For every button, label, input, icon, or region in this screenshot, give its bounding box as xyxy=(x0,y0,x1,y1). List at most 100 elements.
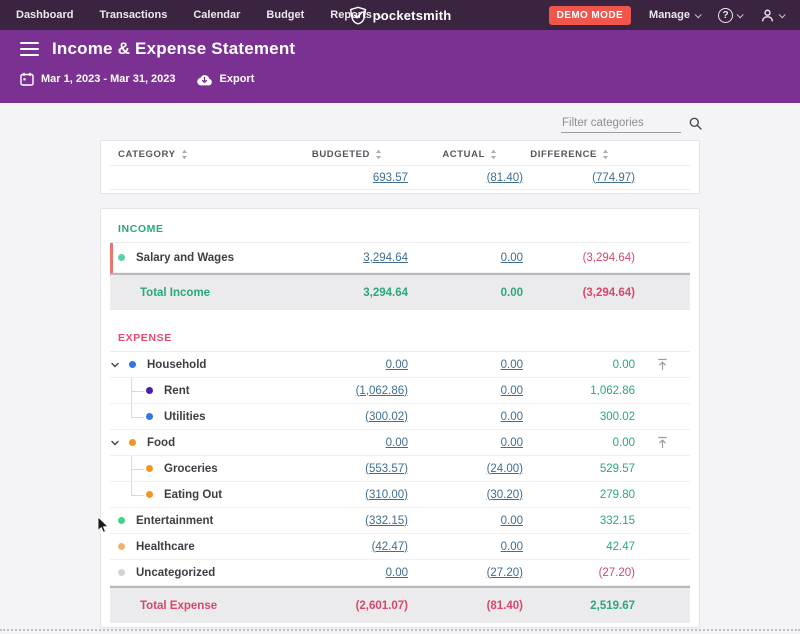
budgeted-amount-link[interactable]: (553.57) xyxy=(365,463,408,475)
actual-amount-link[interactable]: (24.00) xyxy=(487,463,523,475)
actual-amount-link[interactable]: 0.00 xyxy=(501,437,523,449)
cell-category: Uncategorized xyxy=(110,560,293,585)
grand-total-actual[interactable]: (81.40) xyxy=(487,172,523,184)
cell-difference: 332.15 xyxy=(523,515,635,527)
nav-manage[interactable]: Manage xyxy=(649,9,700,21)
category-color-dot xyxy=(146,387,153,394)
cell-actions xyxy=(635,436,690,449)
budgeted-amount-link[interactable]: 0.00 xyxy=(386,359,408,371)
category-row-household: Household0.000.000.00 xyxy=(110,352,690,378)
page-title: Income & Expense Statement xyxy=(52,39,295,59)
category-row-rent: Rent(1,062.86)0.001,062.86 xyxy=(110,378,690,404)
cell-difference: 1,062.86 xyxy=(523,385,635,397)
nav-budget[interactable]: Budget xyxy=(266,9,304,21)
total-expense-row: Total Expense (2,601.07) (81.40) 2,519.6… xyxy=(110,586,690,623)
budgeted-amount-link[interactable]: (1,062.86) xyxy=(356,385,408,397)
category-color-dot xyxy=(118,569,125,576)
budgeted-amount-link[interactable]: (300.02) xyxy=(365,411,408,423)
column-header-actual[interactable]: ACTUAL xyxy=(408,149,523,160)
pocketsmith-logo[interactable]: pocketsmith xyxy=(349,0,452,30)
actual-amount-link[interactable]: 0.00 xyxy=(501,359,523,371)
demo-mode-badge[interactable]: DEMO MODE xyxy=(549,6,631,25)
column-label: ACTUAL xyxy=(442,149,485,160)
actual-amount-link[interactable]: 0.00 xyxy=(501,411,523,423)
cell-difference: 42.47 xyxy=(523,541,635,553)
nav-calendar[interactable]: Calendar xyxy=(193,9,240,21)
difference-amount: 300.02 xyxy=(600,411,635,423)
budgeted-amount-link[interactable]: (310.00) xyxy=(365,489,408,501)
cell-difference: (3,294.64) xyxy=(523,252,635,264)
difference-amount: 279.80 xyxy=(600,489,635,501)
mouse-cursor xyxy=(97,516,109,539)
nav-dashboard[interactable]: Dashboard xyxy=(16,9,73,21)
category-row-salary-and-wages: Salary and Wages3,294.640.00(3,294.64) xyxy=(110,243,690,273)
budgeted-amount-link[interactable]: (42.47) xyxy=(372,541,408,553)
date-range-label: Mar 1, 2023 - Mar 31, 2023 xyxy=(41,73,176,85)
cell-budgeted: (332.15) xyxy=(293,515,408,527)
budgeted-amount-link[interactable]: 0.00 xyxy=(386,567,408,579)
category-color-dot xyxy=(146,491,153,498)
category-label: Eating Out xyxy=(164,489,222,501)
menu-icon[interactable] xyxy=(20,40,39,58)
budgeted-amount-link[interactable]: 3,294.64 xyxy=(363,252,408,264)
category-row-uncategorized: Uncategorized0.00(27.20)(27.20) xyxy=(110,560,690,586)
category-label: Entertainment xyxy=(136,515,213,527)
budgeted-amount-link[interactable]: (332.15) xyxy=(365,515,408,527)
difference-amount: 0.00 xyxy=(613,359,635,371)
actual-amount-link[interactable]: 0.00 xyxy=(501,515,523,527)
grand-total-budgeted[interactable]: 693.57 xyxy=(373,172,408,184)
cell-category: Healthcare xyxy=(110,534,293,559)
category-color-dot xyxy=(146,465,153,472)
difference-amount: 0.00 xyxy=(613,437,635,449)
chevron-down-icon[interactable] xyxy=(110,360,122,370)
category-row-eating-out: Eating Out (310.00) (30.20) 279.80 xyxy=(110,482,690,508)
shield-check-icon xyxy=(349,6,368,25)
actual-amount-link[interactable]: 0.00 xyxy=(501,385,523,397)
sort-icon xyxy=(490,149,497,160)
actual-amount-link[interactable]: 0.00 xyxy=(501,252,523,264)
cell-actual: 0.00 xyxy=(408,359,523,371)
total-income-difference: (3,294.64) xyxy=(583,287,635,299)
difference-amount: 332.15 xyxy=(600,515,635,527)
column-label: BUDGETED xyxy=(312,149,370,160)
nav-transactions[interactable]: Transactions xyxy=(99,9,167,21)
actual-amount-link[interactable]: (30.20) xyxy=(487,489,523,501)
user-menu[interactable] xyxy=(760,8,784,23)
grand-total-difference[interactable]: (774.97) xyxy=(592,172,635,184)
export-button[interactable]: Export xyxy=(196,73,255,86)
sort-icon xyxy=(602,149,609,160)
cell-actual: 0.00 xyxy=(408,515,523,527)
column-header-difference[interactable]: DIFFERENCE xyxy=(523,149,635,160)
cell-budgeted: 0.00 xyxy=(293,567,408,579)
category-color-dot xyxy=(118,254,125,261)
budgeted-amount-link[interactable]: 0.00 xyxy=(386,437,408,449)
chevron-down-icon xyxy=(779,11,786,18)
search-icon[interactable] xyxy=(689,117,702,130)
column-header-budgeted[interactable]: BUDGETED xyxy=(293,149,408,160)
cell-actual: (27.20) xyxy=(408,567,523,579)
cell-budgeted: 0.00 xyxy=(293,437,408,449)
actual-amount-link[interactable]: 0.00 xyxy=(501,541,523,553)
cell-category: Food xyxy=(110,430,293,455)
cell-budgeted: (553.57) xyxy=(293,463,408,475)
chevron-down-icon[interactable] xyxy=(110,438,122,448)
category-row-food: Food 0.00 0.00 0.00 xyxy=(110,430,690,456)
cell-budgeted: 0.00 xyxy=(293,359,408,371)
collapse-to-top-icon[interactable] xyxy=(656,358,669,371)
date-range-picker[interactable]: Mar 1, 2023 - Mar 31, 2023 xyxy=(20,72,176,86)
top-nav: Dashboard Transactions Calendar Budget R… xyxy=(0,0,800,30)
income-section-label: INCOME xyxy=(118,223,164,235)
collapse-to-top-icon[interactable] xyxy=(656,436,669,449)
column-header-category[interactable]: CATEGORY xyxy=(110,144,293,165)
expense-section-label: EXPENSE xyxy=(118,332,172,344)
column-label: CATEGORY xyxy=(118,149,176,160)
filter-categories-input[interactable] xyxy=(561,114,681,133)
calendar-icon xyxy=(20,72,34,86)
help-menu[interactable]: ? xyxy=(718,8,742,23)
page-header: Income & Expense Statement Mar 1, 2023 -… xyxy=(0,30,800,103)
cell-actual: 0.00 xyxy=(408,252,523,264)
actual-amount-link[interactable]: (27.20) xyxy=(487,567,523,579)
total-expense-budgeted: (2,601.07) xyxy=(356,600,408,612)
cell-difference: 0.00 xyxy=(523,359,635,371)
cell-actual: 0.00 xyxy=(408,411,523,423)
